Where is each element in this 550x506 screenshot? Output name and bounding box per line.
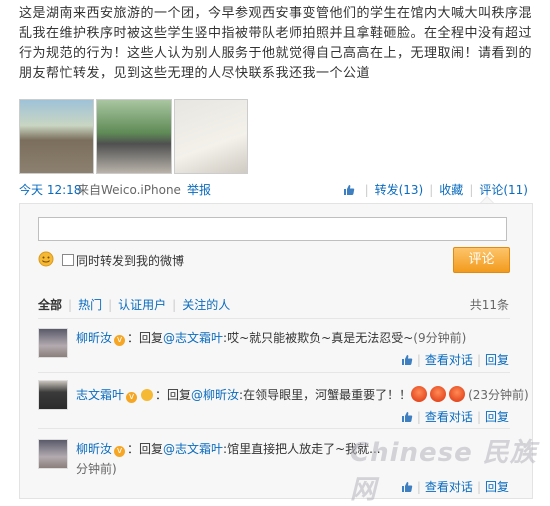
filter-all[interactable]: 全部 [38, 298, 62, 312]
filter-following[interactable]: 关注的人 [182, 298, 230, 312]
comment-panel-arrow-inner [481, 197, 493, 203]
comment-actions: | 查看对话 | 回复 [401, 351, 509, 368]
forward-link[interactable]: 转发(13) [375, 183, 424, 197]
comment-submit-button[interactable]: 评论 [453, 247, 510, 273]
watermark-logo: Chinese 民族网 [350, 438, 537, 505]
comment-actions: | 查看对话 | 回复 [401, 408, 509, 425]
favorite-link[interactable]: 收藏 [439, 183, 463, 197]
filter-hot[interactable]: 热门 [78, 298, 102, 312]
like-icon[interactable] [401, 353, 413, 367]
comment-link[interactable]: 评论(11) [479, 183, 528, 197]
reply-link[interactable]: 回复 [485, 410, 509, 424]
comment-input[interactable] [38, 217, 507, 241]
reply-link[interactable]: 回复 [485, 353, 509, 367]
divider [38, 318, 510, 319]
comment-filter-bar: 全部 | 热门 | 认证用户 | 关注的人 [38, 298, 231, 312]
comment-time: (23分钟前) [468, 388, 529, 402]
angry-face-icon [411, 386, 428, 402]
avatar[interactable] [38, 328, 68, 358]
post-source[interactable]: 来自Weico.iPhone [77, 181, 181, 198]
post-time-link[interactable]: 今天 12:18 [19, 181, 81, 198]
comment-prefix: ：回复 [127, 331, 164, 345]
post-image-1[interactable] [19, 99, 94, 174]
comment-time: (9分钟前) [413, 331, 467, 345]
post-image-2[interactable] [96, 99, 172, 174]
forward-checkbox[interactable] [62, 254, 74, 266]
comment-author[interactable]: 柳昕汝 [76, 331, 112, 345]
comment-prefix: ：回复 [127, 442, 164, 456]
avatar[interactable] [38, 380, 68, 410]
angry-face-icon [449, 386, 466, 402]
like-icon[interactable] [401, 410, 413, 424]
comment-item: 柳昕汝 v ：回复@志文霜叶:哎~就只能被欺负~真是无法忍受~(9分钟前) [76, 329, 466, 347]
comment-mention[interactable]: @志文霜叶 [163, 442, 223, 456]
avatar[interactable] [38, 439, 68, 469]
view-conversation-link[interactable]: 查看对话 [425, 353, 473, 367]
comment-author[interactable]: 志文霜叶 [76, 388, 124, 402]
comment-time-line: 分钟前) [76, 460, 117, 478]
vip-icon: v [114, 335, 126, 346]
comment-mention[interactable]: @志文霜叶 [163, 331, 223, 345]
comment-time: 分钟前) [76, 462, 117, 476]
view-conversation-link[interactable]: 查看对话 [425, 410, 473, 424]
vip-icon: v [126, 392, 138, 403]
comment-item: 柳昕汝 v ：回复@志文霜叶:馆里直接把人放走了~我就... [76, 440, 381, 458]
post-text: 这是湖南来西安旅游的一个团，今早参观西安事变管他们的学生在馆内大喊大叫秩序混乱我… [19, 6, 533, 81]
filter-verified[interactable]: 认证用户 [118, 298, 166, 312]
report-link[interactable]: 举报 [187, 181, 211, 198]
comment-text: :在领导眼里，河蟹最重要了！！ [239, 388, 412, 402]
comment-text: :哎~就只能被欺负~真是无法忍受~ [223, 331, 414, 345]
comment-mention[interactable]: @柳昕汝 [191, 388, 239, 402]
vip-icon: v [114, 446, 126, 457]
emoji-icon[interactable] [38, 251, 54, 270]
comment-total-count: 共11条 [469, 298, 509, 312]
divider [38, 372, 510, 373]
like-icon[interactable] [343, 183, 359, 197]
post-actions: | 转发(13) | 收藏 | 评论(11) [343, 181, 528, 198]
comment-item: 志文霜叶 v ：回复@柳昕汝:在领导眼里，河蟹最重要了！！ (23分钟前) [76, 386, 529, 404]
divider [38, 428, 510, 429]
comment-author[interactable]: 柳昕汝 [76, 442, 112, 456]
comment-prefix: ：回复 [155, 388, 192, 402]
forward-checkbox-label[interactable]: 同时转发到我的微博 [76, 252, 184, 269]
post-image-3[interactable] [174, 99, 248, 174]
angry-face-icon [430, 386, 447, 402]
emoticon-icon [141, 389, 154, 401]
